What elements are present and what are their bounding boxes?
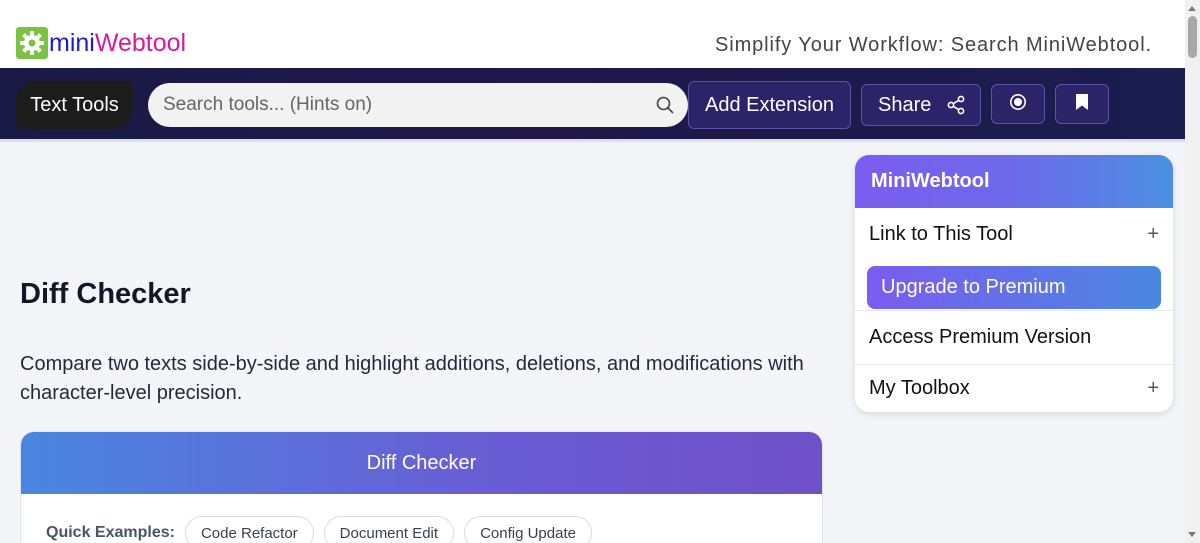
share-button[interactable]: Share	[861, 84, 981, 126]
access-premium-label: Access Premium Version	[869, 326, 1092, 348]
plus-icon: +	[1147, 377, 1159, 399]
scroll-down-icon[interactable]	[1188, 532, 1196, 537]
page-description: Compare two texts side-by-side and highl…	[20, 353, 804, 404]
scroll-thumb[interactable]	[1188, 16, 1197, 58]
bookmark-icon	[1075, 93, 1089, 116]
plus-icon: +	[1147, 223, 1159, 245]
text-tools-button[interactable]: Text Tools	[16, 81, 133, 129]
search-input[interactable]	[163, 94, 643, 116]
search-icon[interactable]	[656, 96, 674, 119]
site-logo[interactable]: miniWebtool	[16, 27, 186, 59]
diff-checker-card: Diff Checker Quick Examples: Code Refact…	[20, 431, 823, 543]
access-premium-item[interactable]: Access Premium Version	[855, 311, 1173, 364]
logo-text-webtool: Webtool	[94, 29, 187, 57]
sidebar-title: MiniWebtool	[855, 155, 1173, 208]
example-chip-code-refactor[interactable]: Code Refactor	[184, 516, 314, 543]
nav-divider	[0, 139, 1185, 142]
link-to-tool-label: Link to This Tool	[869, 223, 1013, 245]
quick-examples-label: Quick Examples:	[46, 524, 175, 541]
sidebar-panel: MiniWebtool Link to This Tool + Upgrade …	[855, 155, 1173, 412]
gear-logo-icon	[16, 27, 48, 59]
search-box[interactable]	[148, 83, 688, 127]
card-header: Diff Checker	[21, 432, 822, 494]
my-toolbox-label: My Toolbox	[869, 377, 970, 399]
example-chip-document-edit[interactable]: Document Edit	[323, 516, 455, 543]
scroll-up-icon[interactable]	[1188, 6, 1196, 11]
page-title: Diff Checker	[20, 278, 191, 310]
upgrade-premium-button[interactable]: Upgrade to Premium	[867, 266, 1161, 309]
record-button[interactable]	[991, 84, 1045, 124]
share-button-label: Share	[878, 93, 932, 116]
nav-bar: Text Tools Add Extension Share	[0, 68, 1185, 140]
share-icon	[947, 95, 965, 115]
add-extension-button[interactable]: Add Extension	[688, 81, 851, 129]
example-chip-config-update[interactable]: Config Update	[464, 516, 592, 543]
bookmark-button[interactable]	[1055, 84, 1109, 124]
logo-text: miniWebtool	[49, 28, 186, 58]
quick-examples-row: Quick Examples: Code Refactor Document E…	[46, 516, 602, 543]
tagline: Simplify Your Workflow: Search MiniWebto…	[714, 34, 1152, 56]
site-header: miniWebtool Simplify Your Workflow: Sear…	[0, 0, 1185, 68]
logo-text-mini: mini	[49, 29, 95, 57]
record-icon	[1009, 93, 1027, 116]
link-to-tool-item[interactable]: Link to This Tool +	[855, 208, 1173, 261]
my-toolbox-item[interactable]: My Toolbox +	[855, 365, 1173, 412]
page-scrollbar[interactable]	[1185, 0, 1200, 543]
